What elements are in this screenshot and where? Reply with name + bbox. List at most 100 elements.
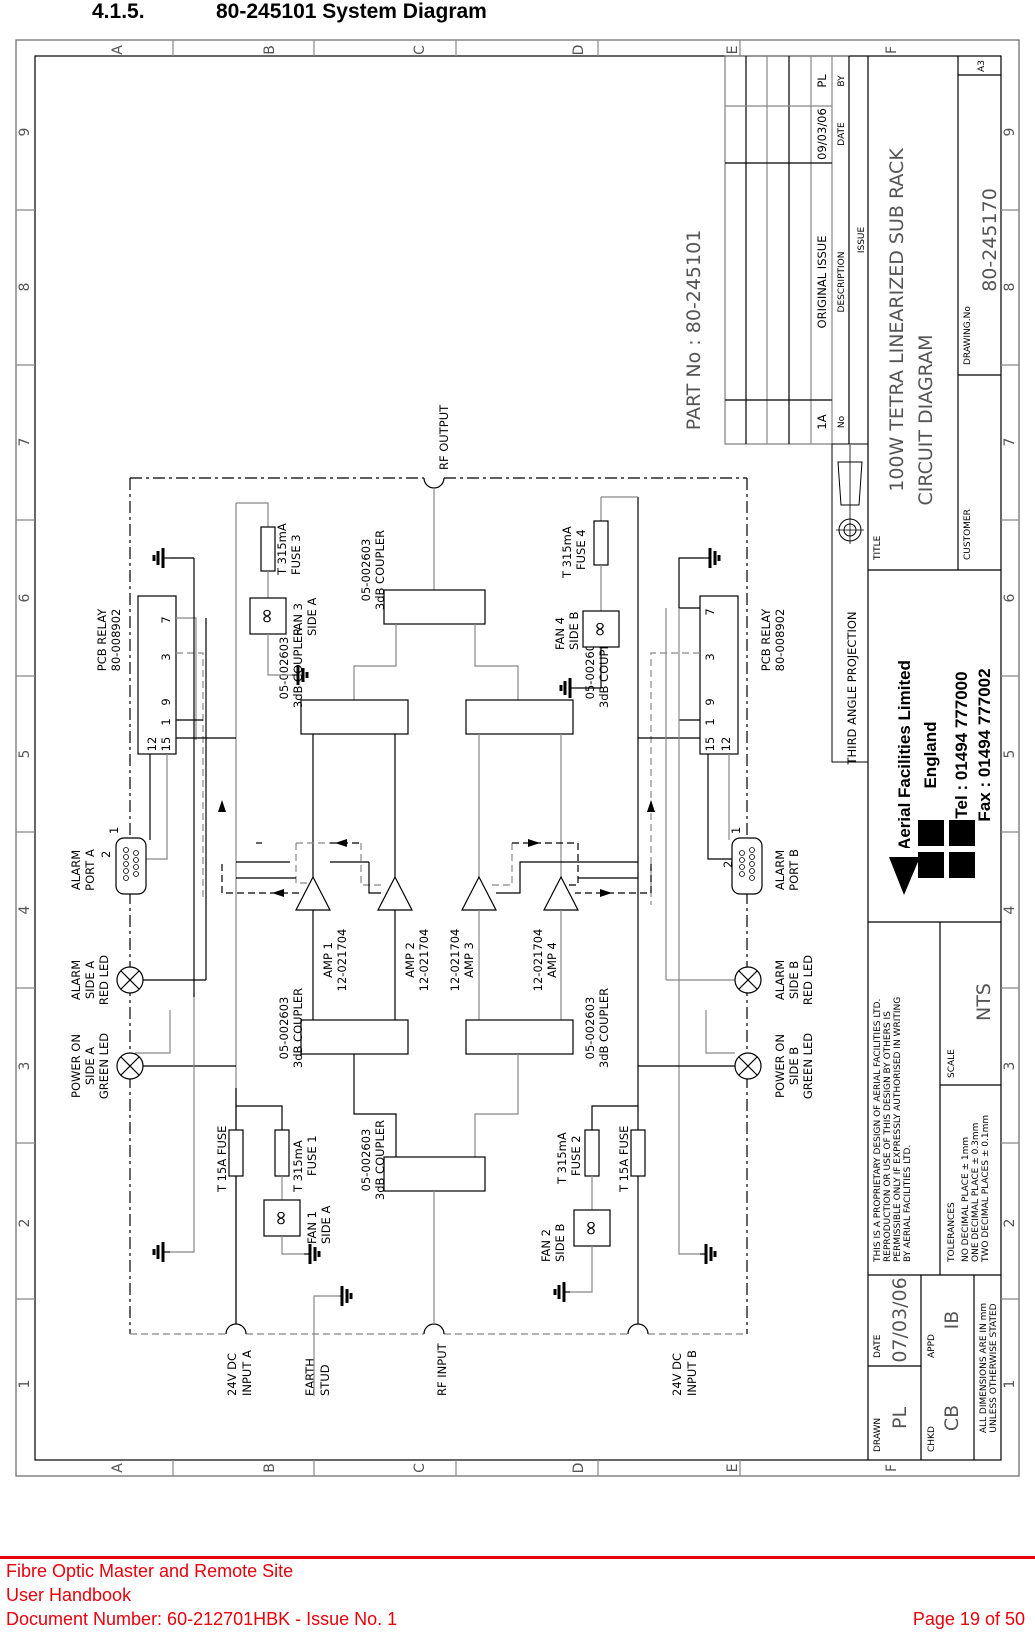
fuse-1-label: FUSE 1 <box>305 1135 319 1176</box>
zone-row-label: E <box>725 46 741 55</box>
rf-output-connector <box>423 477 445 489</box>
power-led-a-label: POWER ON <box>69 1034 83 1098</box>
revision-date: 09/03/06 <box>815 108 829 160</box>
company-name: Aerial Facilities Limited <box>895 660 914 850</box>
part-number: PART No : 80-245101 <box>683 230 705 431</box>
zone-col-label: 5 <box>1002 750 1018 759</box>
fan-1-label: FAN 1 <box>305 1211 319 1244</box>
company-fax: Fax : 01494 777002 <box>975 668 994 821</box>
zone-col-label: 6 <box>17 593 33 602</box>
zone-col-label: 8 <box>1002 283 1018 292</box>
alarm-led-a-label: RED LED <box>97 955 111 1005</box>
power-led-a-label: GREEN LED <box>97 1033 111 1099</box>
power-led-b-label: SIDE B <box>787 1047 801 1085</box>
fan-icon: ∞ <box>587 621 611 638</box>
drawing-number: 80-245170 <box>979 188 1001 292</box>
fuse-3-label: T 315mA <box>275 523 289 576</box>
date-label: DATE <box>873 1334 883 1358</box>
fuse-2-label: FUSE 2 <box>569 1135 583 1176</box>
drawing-title-line2: CIRCUIT DIAGRAM <box>915 335 937 506</box>
system-diagram-drawing: A B C D E F A B C D E F 1 2 3 4 5 6 7 8 … <box>15 39 1020 1477</box>
fuse-2 <box>584 1129 600 1177</box>
dc-input-b-label-1: 24V DC <box>670 1353 684 1396</box>
revision-by: PL <box>815 74 829 88</box>
alarm-led-b-label: SIDE B <box>787 961 801 999</box>
company-country: England <box>921 721 940 788</box>
signal-arrow <box>528 839 540 847</box>
fan-icon: ∞ <box>268 1210 292 1227</box>
zone-row-label: A <box>110 45 126 55</box>
relay-b-part: 80-008902 <box>773 609 787 672</box>
coupler-part-label: 05-002603 <box>359 1129 373 1192</box>
dc-input-b-connector <box>627 1323 649 1335</box>
zone-row-label: D <box>571 1463 587 1474</box>
alarm-led-a-label: ALARM <box>69 960 83 1000</box>
alarm-port-b-label: ALARM <box>773 850 787 890</box>
zone-col-label: 4 <box>1002 905 1018 914</box>
amp-1 <box>295 875 331 911</box>
zone-col-label: 7 <box>17 438 33 447</box>
coupler-type-label: 3dB COUPLER <box>373 530 387 610</box>
footer-handbook: User Handbook <box>6 1585 132 1605</box>
revision-no: 1A <box>815 414 829 429</box>
amp-3 <box>461 875 497 911</box>
alarm-port-a-connector[interactable] <box>115 837 147 895</box>
proprietary-notice: REPRODUCTION OR USE OF THIS DESIGN BY OT… <box>883 1011 893 1262</box>
coupler-part-label: 05-002603 <box>277 997 291 1060</box>
footer-doc-number: Document Number: 60-212701HBK - Issue No… <box>6 1609 398 1629</box>
relay-pin-label: 7 <box>703 608 717 615</box>
zone-row-label: D <box>571 45 587 56</box>
ground-symbol <box>559 678 576 698</box>
fan-4-label: FAN 4 <box>553 617 567 650</box>
revision-header-issue: ISSUE <box>857 227 867 254</box>
footer-page-number: Page 19 of 50 <box>912 1609 1025 1629</box>
ground-symbol <box>152 548 170 568</box>
zone-col-label: 3 <box>17 1062 33 1071</box>
fan-1-label: SIDE A <box>319 1206 333 1244</box>
amp-3-label: AMP 3 <box>462 942 476 978</box>
ground-symbol <box>553 1282 570 1302</box>
signal-arrow <box>218 800 226 812</box>
zone-col-label: 1 <box>17 1380 33 1389</box>
fuse-4-label: T 315mA <box>560 526 574 579</box>
alarm-led-a-label: SIDE A <box>83 961 97 999</box>
signal-arrow <box>335 839 347 847</box>
dimensions-note: UNLESS OTHERWISE STATED <box>989 1303 999 1432</box>
relay-pin-label: 3 <box>159 653 173 660</box>
coupler-part-label: 05-002603 <box>583 997 597 1060</box>
side-b-wiring: ∞ ∞ <box>488 496 739 1324</box>
alarm-port-a-label: PORT A <box>83 849 97 891</box>
zone-col-label: 2 <box>17 1219 33 1228</box>
fan-icon: ∞ <box>254 608 278 625</box>
output-coupler <box>383 589 486 625</box>
zone-col-label: 5 <box>17 750 33 759</box>
title-label: TITLE <box>873 535 883 561</box>
amp-2-label: AMP 2 <box>403 942 417 978</box>
zone-col-label: 1 <box>1002 1380 1018 1389</box>
revision-header-date: DATE <box>837 122 847 146</box>
alarm-led-b <box>734 966 762 994</box>
zone-letters-bottom: A B C D E F <box>110 1460 900 1476</box>
earth-stud-label-1: EARTH <box>303 1358 317 1396</box>
fan-4-label: SIDE B <box>567 612 581 650</box>
drawn-label: DRAWN <box>873 1418 883 1452</box>
coupler-b-bottom <box>465 1019 574 1055</box>
proprietary-notice: THIS IS A PROPRIETARY DESIGN OF AERIAL F… <box>873 999 883 1263</box>
zone-col-label: 3 <box>1002 1062 1018 1071</box>
rf-path <box>295 488 579 1324</box>
port-pin-label: 1 <box>729 827 743 834</box>
amp-2-part: 12-021704 <box>417 929 431 992</box>
revision-table <box>724 55 850 445</box>
zone-row-label: C <box>412 45 428 55</box>
fuse-15a-a-label: T 15A FUSE <box>215 1126 229 1193</box>
fan-2-label: FAN 2 <box>539 1229 553 1262</box>
zone-col-label: 7 <box>1002 438 1018 447</box>
ground-symbol <box>152 1242 170 1262</box>
alarm-port-b-connector[interactable] <box>731 837 763 895</box>
ground-symbol <box>700 1244 717 1264</box>
power-led-b-label: GREEN LED <box>801 1033 815 1099</box>
fuse-1 <box>274 1129 290 1177</box>
dc-input-a-label-1: 24V DC <box>225 1353 239 1396</box>
fuse-3-label: FUSE 3 <box>289 534 303 575</box>
rf-input-connector <box>423 1323 445 1335</box>
